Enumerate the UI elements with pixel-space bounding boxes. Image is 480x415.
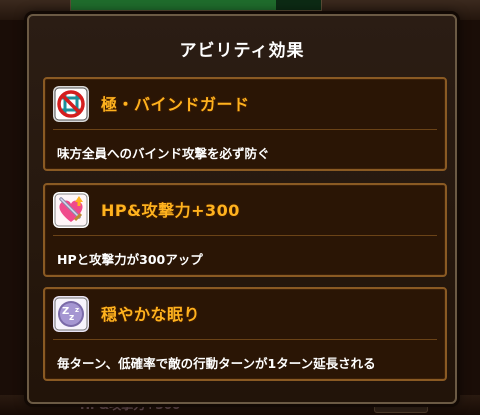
- ability-name: 極・バインドガード: [101, 95, 250, 114]
- ability-effects-dialog: アビリティ効果 極・バインドガード 味方全員へのバインド攻撃を必ず防ぐ HP&攻…: [27, 14, 457, 404]
- ability-card-gentle-sleep: Z z z 穏やかな眠り 毎ターン、低確率で敵の行動ターンが1ターン延長される: [43, 287, 447, 381]
- ability-name: HP&攻撃力+300: [101, 201, 240, 220]
- heart-sword-icon: [53, 192, 89, 228]
- svg-text:z: z: [69, 313, 74, 323]
- card-divider: [53, 235, 437, 236]
- ability-card-bind-guard: 極・バインドガード 味方全員へのバインド攻撃を必ず防ぐ: [43, 77, 447, 171]
- svg-text:z: z: [75, 306, 79, 314]
- ability-description: HPと攻撃力が300アップ: [57, 252, 203, 267]
- ability-card-hp-attack: HP&攻撃力+300 HPと攻撃力が300アップ: [43, 183, 447, 277]
- background-hp-fill: [71, 0, 276, 10]
- dialog-title: アビリティ効果: [179, 41, 305, 61]
- background-hp-bar: [70, 0, 322, 11]
- bind-guard-icon: [53, 86, 89, 122]
- sleep-zzz-icon: Z z z: [53, 296, 89, 332]
- ability-description: 味方全員へのバインド攻撃を必ず防ぐ: [57, 146, 270, 161]
- card-divider: [53, 339, 437, 340]
- ability-description: 毎ターン、低確率で敵の行動ターンが1ターン延長される: [57, 356, 376, 371]
- card-divider: [53, 129, 437, 130]
- ability-name: 穏やかな眠り: [101, 305, 201, 324]
